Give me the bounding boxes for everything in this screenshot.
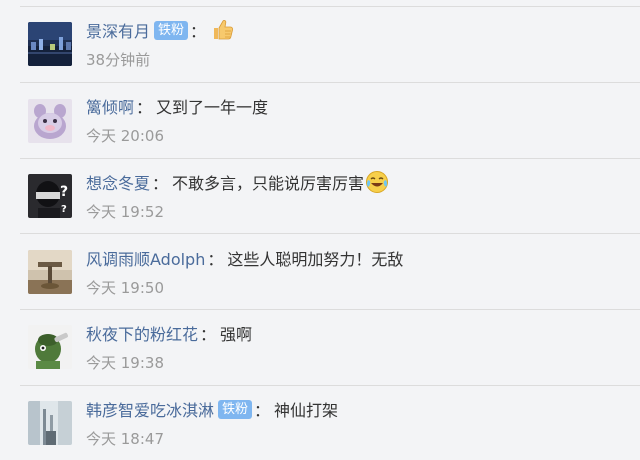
divider xyxy=(20,82,640,83)
laughing-crying-icon xyxy=(365,170,389,194)
comment-time: 38分钟前 xyxy=(86,51,151,69)
svg-text:?: ? xyxy=(60,184,68,200)
comment-text: 不敢多言，只能说厉害厉害 xyxy=(172,174,365,193)
comment-time: 今天 19:52 xyxy=(86,203,164,221)
avatar[interactable] xyxy=(28,250,72,294)
avatar[interactable] xyxy=(28,99,72,143)
divider xyxy=(20,385,640,386)
avatar[interactable] xyxy=(28,325,72,369)
username[interactable]: 篱倾啊 xyxy=(86,94,134,118)
avatar[interactable] xyxy=(28,401,72,445)
username[interactable]: 风调雨顺Adolph xyxy=(86,246,205,270)
comment-text: 这些人聪明加努力！无敌 xyxy=(227,250,404,269)
avatar[interactable] xyxy=(28,22,72,66)
comment-list: 景深有月 铁粉 ： 38分钟前 篱倾啊 ： 又到了一年一度 今天 20:06 ?… xyxy=(0,0,640,460)
colon: ： xyxy=(190,22,207,41)
comment-time: 今天 19:50 xyxy=(86,279,164,297)
divider xyxy=(20,158,640,159)
divider xyxy=(20,233,640,234)
comment-text: 又到了一年一度 xyxy=(156,98,269,117)
username[interactable]: 韩彦智爱吃冰淇淋 xyxy=(86,397,214,421)
colon: ： xyxy=(136,98,153,117)
thumbs-up-icon xyxy=(211,18,235,42)
colon: ： xyxy=(152,174,169,193)
divider xyxy=(20,6,640,7)
colon: ： xyxy=(254,401,271,420)
comment-time: 今天 20:06 xyxy=(86,127,164,145)
colon: ： xyxy=(207,250,224,269)
fan-badge: 铁粉 xyxy=(218,399,253,419)
username[interactable]: 想念冬夏 xyxy=(86,170,150,194)
fan-badge: 铁粉 xyxy=(154,20,189,40)
comment-time: 今天 18:47 xyxy=(86,430,164,448)
svg-text:?: ? xyxy=(61,204,67,215)
divider xyxy=(20,309,640,310)
colon: ： xyxy=(200,325,217,344)
comment-text: 强啊 xyxy=(220,325,253,344)
username[interactable]: 景深有月 xyxy=(86,18,150,42)
avatar[interactable]: ? ? xyxy=(28,174,72,218)
username[interactable]: 秋夜下的粉红花 xyxy=(86,321,198,345)
comment-time: 今天 19:38 xyxy=(86,354,164,372)
comment-text: 神仙打架 xyxy=(274,401,339,420)
